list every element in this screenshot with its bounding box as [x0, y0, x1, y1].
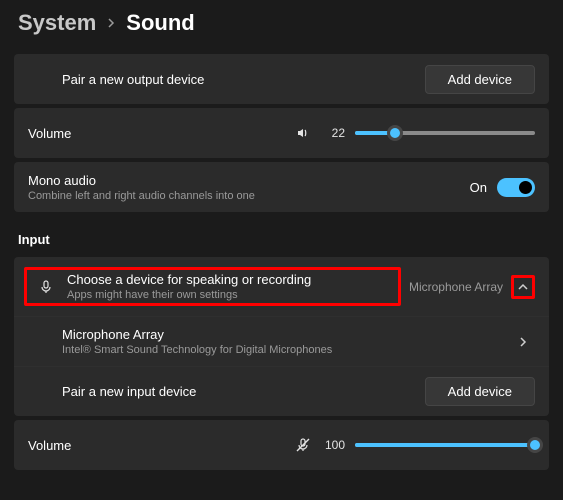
input-section-header: Input	[0, 216, 563, 253]
add-output-device-button[interactable]: Add device	[425, 65, 535, 94]
input-volume-card: Volume 100	[14, 420, 549, 470]
output-volume-row: Volume 22	[14, 108, 549, 158]
choose-input-device-row[interactable]: Choose a device for speaking or recordin…	[14, 257, 549, 316]
chevron-right-icon	[517, 336, 529, 348]
mono-audio-toggle[interactable]	[497, 178, 535, 197]
output-card: Pair a new output device Add device	[14, 54, 549, 104]
pair-input-row: Pair a new input device Add device	[14, 366, 549, 416]
input-device-expand[interactable]	[511, 330, 535, 354]
output-volume-slider[interactable]	[355, 131, 535, 135]
selected-input-device: Microphone Array	[409, 280, 503, 294]
choose-input-title: Choose a device for speaking or recordin…	[67, 272, 392, 287]
input-volume-value: 100	[321, 438, 345, 452]
pair-output-row: Pair a new output device Add device	[14, 54, 549, 104]
input-volume-row: Volume 100	[14, 420, 549, 470]
pair-output-label: Pair a new output device	[62, 72, 425, 87]
output-volume-label: Volume	[28, 126, 282, 141]
add-input-device-button[interactable]: Add device	[425, 377, 535, 406]
breadcrumb-parent[interactable]: System	[18, 10, 96, 36]
collapse-input-button[interactable]	[511, 275, 535, 299]
output-volume-card: Volume 22	[14, 108, 549, 158]
pair-input-label: Pair a new input device	[62, 384, 425, 399]
chevron-up-icon	[517, 281, 529, 293]
microphone-muted-icon[interactable]	[295, 437, 311, 453]
breadcrumb-current: Sound	[126, 10, 194, 36]
input-device-card: Choose a device for speaking or recordin…	[14, 257, 549, 416]
input-device-subtitle: Intel® Smart Sound Technology for Digita…	[62, 344, 503, 356]
input-device-title: Microphone Array	[62, 327, 503, 342]
mono-audio-card: Mono audio Combine left and right audio …	[14, 162, 549, 212]
mono-audio-title: Mono audio	[28, 173, 470, 188]
mono-audio-row: Mono audio Combine left and right audio …	[14, 162, 549, 212]
speaker-icon[interactable]	[295, 125, 311, 141]
microphone-icon	[33, 279, 59, 295]
output-volume-value: 22	[321, 126, 345, 140]
input-volume-label: Volume	[28, 438, 282, 453]
choose-input-subtitle: Apps might have their own settings	[67, 289, 392, 301]
chevron-right-icon	[106, 18, 116, 28]
mono-audio-subtitle: Combine left and right audio channels in…	[28, 190, 470, 202]
breadcrumb: System Sound	[0, 0, 563, 50]
input-device-item[interactable]: Microphone Array Intel® Smart Sound Tech…	[14, 316, 549, 366]
highlight-choose-device: Choose a device for speaking or recordin…	[24, 267, 401, 306]
mono-audio-state: On	[470, 180, 487, 195]
input-volume-slider[interactable]	[355, 443, 535, 447]
